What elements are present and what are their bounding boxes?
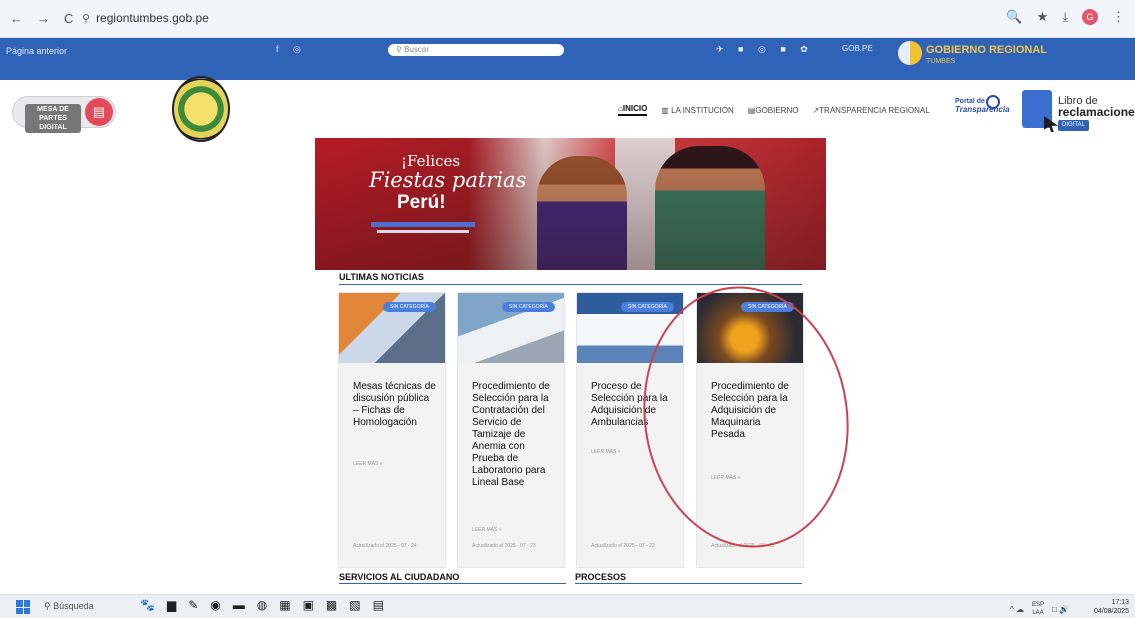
taskbar-app-icon[interactable]: ◍ — [257, 598, 267, 612]
gore-logo-icon — [898, 41, 922, 65]
libro-reclamaciones-icon[interactable] — [1022, 90, 1052, 128]
document-icon: ▤ — [85, 98, 113, 126]
regional-seal-logo[interactable] — [172, 76, 230, 142]
menu-icon[interactable]: ⋮ — [1112, 9, 1125, 25]
nav-item-transparencia[interactable]: ↗TRANSPARENCIA REGIONAL — [812, 106, 929, 115]
search-placeholder: Buscar — [404, 45, 429, 54]
read-more-link[interactable]: LEER MÁS » — [472, 527, 501, 533]
servicios-section-title: SERVICIOS AL CIUDADANO — [339, 572, 460, 582]
url-text[interactable]: regiontumbes.gob.pe — [96, 11, 209, 25]
windows-start-icon[interactable] — [16, 600, 30, 614]
social-links-left[interactable]: f ◎ — [276, 44, 307, 55]
previous-page-link[interactable]: Página anterior — [6, 46, 67, 56]
main-navigation: ⌂INICIO ▥ LA INSTITUCIÓN ▤GOBIERNO ↗TRAN… — [618, 104, 930, 116]
address-bar[interactable]: ⚲ regiontumbes.gob.pe — [82, 11, 209, 25]
taskbar-app-icon[interactable]: ◉ — [210, 598, 220, 612]
banner-logo-strip — [377, 230, 469, 233]
portal-transparencia-link[interactable]: Portal de Transparencia — [955, 98, 1010, 114]
digital-badge: DIGITAL — [1058, 120, 1089, 131]
read-more-link[interactable]: LEER MÁS » — [353, 461, 382, 467]
procesos-divider — [575, 583, 802, 584]
bookmark-star-icon[interactable]: ★ — [1037, 9, 1049, 25]
back-icon[interactable]: ← — [10, 11, 23, 26]
taskbar-app-icon[interactable]: ▣ — [303, 598, 314, 612]
servicios-divider — [339, 583, 566, 584]
browser-toolbar: ← → C ⚲ regiontumbes.gob.pe 🔍 ★ ⤓ G ⋮ — [0, 0, 1135, 38]
taskbar-app-icon[interactable]: ▧ — [349, 598, 360, 612]
banner-line-2: Fiestas patrias — [369, 168, 527, 192]
hero-banner[interactable]: ¡Felices Fiestas patrias Perú! — [315, 138, 826, 270]
gob-link[interactable]: GOB.PE — [842, 44, 873, 53]
mesa-de-partes-button[interactable]: MESA DE PARTES DIGITAL ▤ — [12, 96, 116, 133]
sound-icon[interactable]: □ 🔊 — [1052, 605, 1069, 614]
zoom-icon[interactable]: 🔍 — [1006, 9, 1022, 25]
news-title[interactable]: Procedimiento de Selección para la Contr… — [472, 381, 556, 489]
category-badge[interactable]: SIN CATEGORÍA — [383, 302, 436, 312]
windows-taskbar: ⚲ Búsqueda 🐾 ▆ ✎ ◉ ▬ ◍ ▦ ▣ ▩ ▧ ▤ ^ ☁ ESP… — [0, 594, 1135, 618]
browser-actions: 🔍 ★ ⤓ G ⋮ — [1006, 9, 1125, 25]
news-date: Actualizado el 2025 - 07 - 22 — [591, 543, 655, 549]
portal-transparencia-icon[interactable] — [986, 95, 1000, 109]
mesa-label: MESA DE PARTES DIGITAL — [25, 104, 81, 133]
news-section-title: ULTIMAS NOTICIAS — [339, 272, 424, 282]
banner-overlay — [315, 138, 826, 270]
taskbar-app-icon[interactable]: ▤ — [373, 598, 384, 612]
forward-icon[interactable]: → — [37, 11, 50, 26]
search-icon: ⚲ — [396, 45, 405, 54]
reload-icon[interactable]: C — [64, 11, 73, 26]
taskbar-app-icon[interactable]: 🐾 — [140, 598, 155, 612]
search-input[interactable]: ⚲ Buscar — [388, 44, 564, 56]
procesos-section-title: PROCESOS — [575, 572, 627, 582]
gore-subtitle: TUMBES — [926, 58, 956, 65]
category-badge[interactable]: SIN CATEGORÍA — [502, 302, 555, 312]
taskbar-app-icon[interactable]: ▆ — [167, 598, 176, 612]
nav-item-institucion[interactable]: ▥ LA INSTITUCIÓN — [661, 106, 733, 115]
taskbar-clock[interactable]: 17:13 04/08/2025 — [1094, 598, 1129, 616]
libro-reclamaciones-link[interactable]: Libro de reclamaciones DIGITAL — [1058, 96, 1135, 131]
social-icons[interactable]: ✈ ■ ◎ ■ ✿ — [716, 44, 814, 55]
nav-item-inicio[interactable]: ⌂INICIO — [618, 104, 648, 116]
clock-date: 04/08/2025 — [1094, 608, 1130, 615]
tray-icons[interactable]: ^ ☁ — [1010, 605, 1024, 614]
clock-time: 17:13 — [1111, 599, 1130, 606]
site-info-icon[interactable]: ⚲ — [82, 12, 90, 25]
site-topbar: Página anterior f ◎ ⚲ Buscar ✈ ■ ◎ ■ ✿ G… — [0, 38, 1135, 80]
read-more-link[interactable]: LEER MÁS » — [591, 449, 620, 455]
taskbar-app-icon[interactable]: ▩ — [326, 598, 337, 612]
category-badge[interactable]: SIN CATEGORÍA — [621, 302, 674, 312]
taskbar-app-icon[interactable]: ▦ — [279, 598, 290, 612]
system-tray: ^ ☁ ESP LAA □ 🔊 — [1010, 601, 1069, 617]
news-card[interactable]: SIN CATEGORÍA Mesas técnicas de discusió… — [338, 292, 446, 568]
gore-title: GOBIERNO REGIONAL — [926, 44, 1048, 56]
download-icon[interactable]: ⤓ — [1062, 9, 1068, 25]
news-divider — [339, 284, 802, 285]
browser-nav: ← → C — [10, 11, 73, 26]
language-indicator[interactable]: ESP LAA — [1032, 601, 1044, 617]
taskbar-app-icon[interactable]: ✎ — [188, 598, 198, 612]
taskbar-search[interactable]: ⚲ Búsqueda — [44, 601, 94, 612]
taskbar-app-icon[interactable]: ▬ — [233, 598, 245, 612]
news-date: Actualizado el 2025 - 07 - 24 — [353, 543, 417, 549]
news-title[interactable]: Mesas técnicas de discusión pública – Fi… — [353, 381, 437, 429]
banner-line-3: Perú! — [397, 192, 446, 213]
taskbar-apps: 🐾 ▆ ✎ ◉ ▬ ◍ ▦ ▣ ▩ ▧ ▤ — [140, 598, 384, 612]
institution-icon: ▥ — [661, 105, 669, 115]
nav-item-gobierno[interactable]: ▤GOBIERNO — [748, 106, 799, 115]
news-date: Actualizado el 2025 - 07 - 23 — [472, 543, 536, 549]
news-card[interactable]: SIN CATEGORÍA Procedimiento de Selección… — [457, 292, 565, 568]
search-icon: ⚲ — [44, 601, 54, 611]
avatar[interactable]: G — [1082, 9, 1098, 25]
banner-logo-strip — [371, 222, 475, 227]
